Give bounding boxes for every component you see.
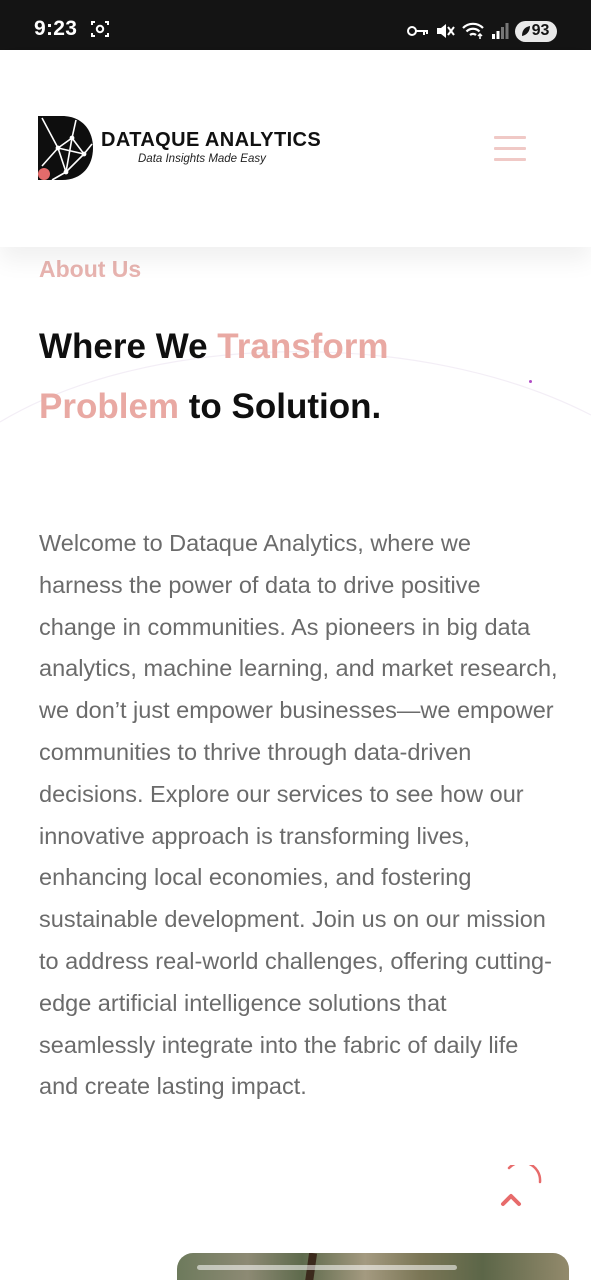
status-bar: 9:23 93 bbox=[0, 0, 591, 50]
about-photo bbox=[177, 1253, 569, 1280]
brand-name[interactable]: DATAQUE ANALYTICS bbox=[101, 129, 321, 152]
battery-icon: 93 bbox=[515, 20, 557, 42]
headline-accent: Problem bbox=[39, 387, 180, 426]
photo-overlay-bar bbox=[197, 1265, 457, 1270]
screen-record-icon bbox=[91, 21, 109, 37]
headline-accent: Transform bbox=[217, 327, 389, 366]
about-body-text: Welcome to Dataque Analytics, where we h… bbox=[39, 530, 558, 1100]
headline-text: Where We bbox=[39, 327, 218, 366]
wifi-icon bbox=[462, 22, 484, 39]
section-label: About Us bbox=[39, 256, 142, 282]
scroll-to-top-button[interactable] bbox=[482, 1165, 544, 1215]
page-title: Where We Transform Problem to Solution. bbox=[39, 317, 559, 437]
brand-tagline: Data Insights Made Easy bbox=[138, 153, 266, 165]
charging-leaf-icon bbox=[521, 26, 530, 36]
hamburger-menu-icon[interactable] bbox=[494, 136, 528, 162]
status-icons: 93 bbox=[407, 20, 557, 42]
battery-level: 93 bbox=[531, 22, 550, 39]
dataque-logo-icon[interactable] bbox=[36, 114, 94, 182]
signal-icon bbox=[492, 23, 509, 39]
status-time: 9:23 bbox=[34, 17, 78, 40]
site-header: DATAQUE ANALYTICS Data Insights Made Eas… bbox=[0, 50, 591, 247]
about-section: About Us Where We Transform Problem to S… bbox=[0, 247, 591, 1280]
mute-icon bbox=[437, 24, 455, 38]
headline-text: to Solution. bbox=[179, 387, 382, 426]
key-icon bbox=[407, 26, 428, 36]
